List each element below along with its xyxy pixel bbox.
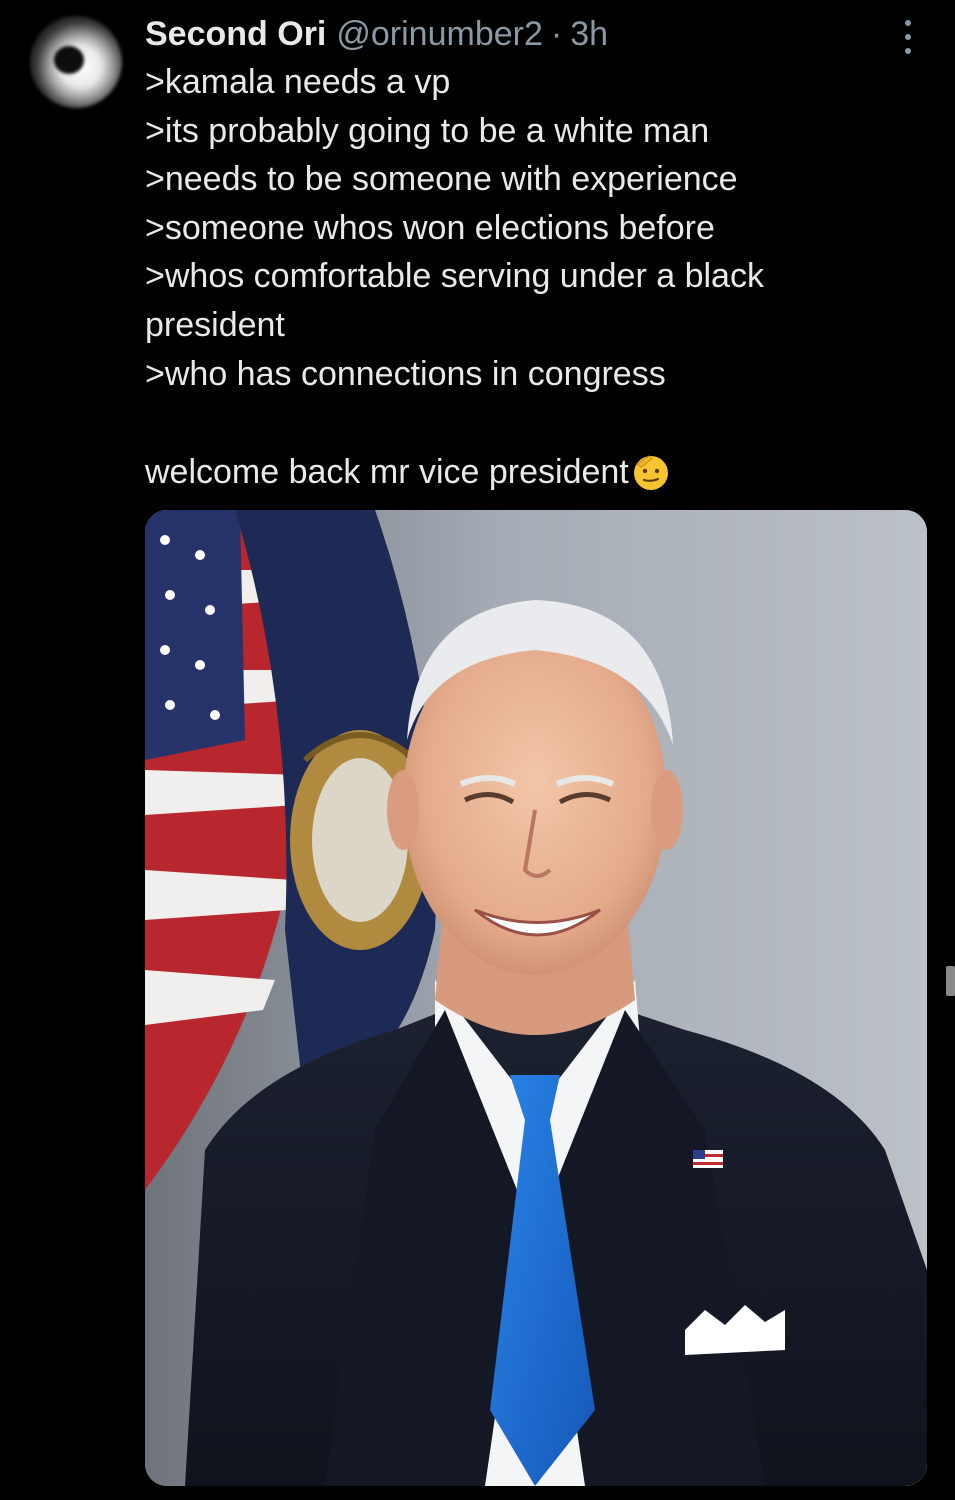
tweet-text-line: >someone whos won elections before bbox=[145, 208, 715, 247]
tweet-media-photo[interactable] bbox=[145, 510, 927, 1486]
tweet-text-line: >its probably going to be a white man bbox=[145, 111, 710, 150]
more-options-icon[interactable] bbox=[894, 20, 922, 54]
portrait-image bbox=[145, 510, 927, 1486]
tweet-header: Second Ori @orinumber2 · 3h bbox=[145, 12, 608, 56]
tweet-text-line: president bbox=[145, 305, 285, 344]
tweet-timestamp[interactable]: 3h bbox=[570, 15, 608, 54]
author-display-name[interactable]: Second Ori bbox=[145, 15, 326, 54]
tweet-card[interactable]: Second Ori @orinumber2 · 3h >kamala need… bbox=[0, 0, 955, 1500]
separator-dot: · bbox=[550, 14, 563, 53]
closing-text: welcome back mr vice president bbox=[145, 453, 629, 491]
tweet-text-line: >whos comfortable serving under a black bbox=[145, 257, 764, 296]
tweet-text: >kamala needs a vp >its probably going t… bbox=[145, 58, 905, 398]
saluting-face-emoji-icon bbox=[633, 455, 668, 490]
avatar[interactable] bbox=[30, 16, 122, 108]
tweet-closing-line: welcome back mr vice president bbox=[145, 448, 671, 496]
tweet-text-line: >who has connections in congress bbox=[145, 354, 666, 393]
scrollbar-thumb[interactable] bbox=[946, 966, 955, 996]
tweet-text-line: >needs to be someone with experience bbox=[145, 160, 738, 199]
author-handle[interactable]: @orinumber2 bbox=[336, 15, 543, 54]
tweet-text-line: >kamala needs a vp bbox=[145, 63, 451, 101]
